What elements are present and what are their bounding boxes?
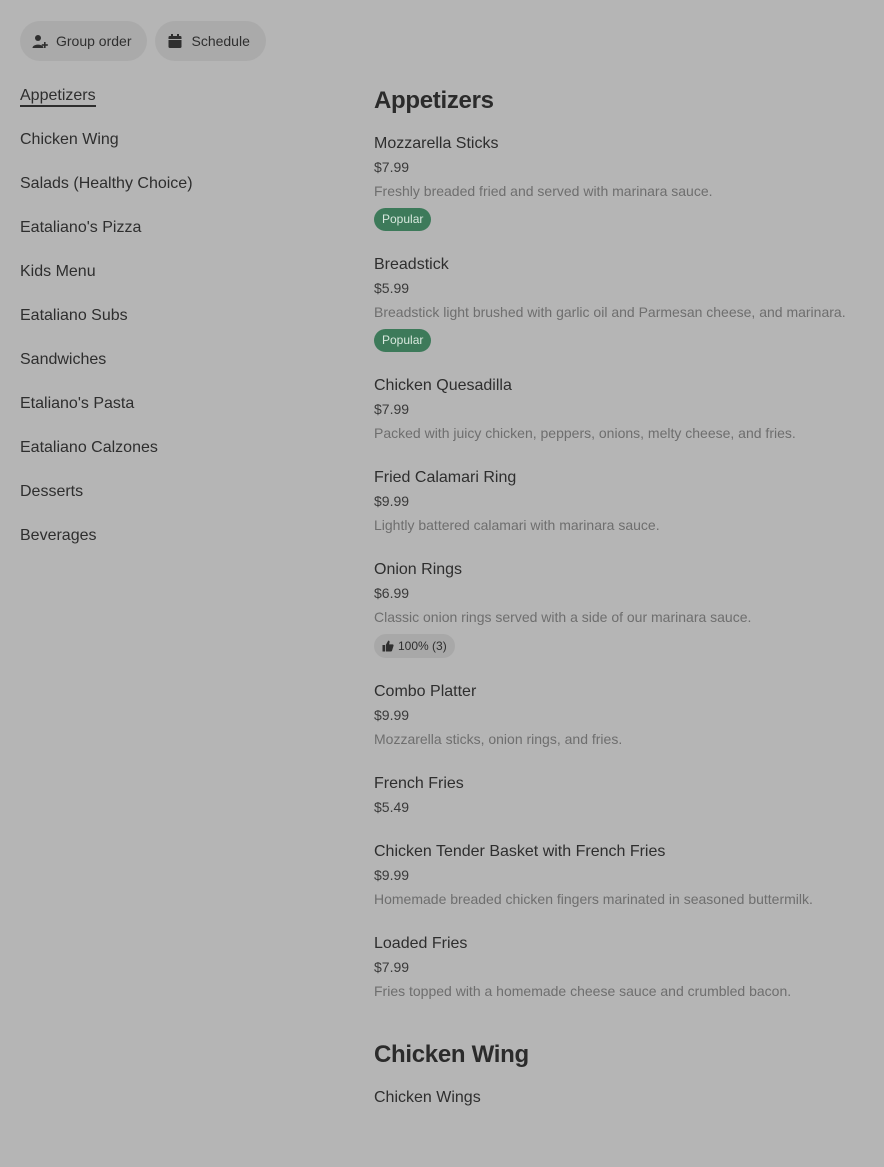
sidebar-item-chicken-wing[interactable]: Chicken Wing <box>20 126 320 170</box>
item-description: Packed with juicy chicken, peppers, onio… <box>374 425 796 441</box>
item-price: $9.99 <box>374 493 410 509</box>
menu-item[interactable]: Loaded Fries $7.99 Fries topped with a h… <box>374 934 874 1002</box>
sidebar-item-label: Appetizers <box>20 87 96 107</box>
sidebar-item-subs[interactable]: Eataliano Subs <box>20 302 320 346</box>
item-description: Fries topped with a homemade cheese sauc… <box>374 983 792 999</box>
menu-item[interactable]: Chicken Quesadilla $7.99 Packed with jui… <box>374 376 874 444</box>
menu-item[interactable]: Chicken Wings <box>374 1088 874 1108</box>
sidebar-item-kids-menu[interactable]: Kids Menu <box>20 258 320 302</box>
sidebar-item-label: Beverages <box>20 527 97 544</box>
sidebar-item-label: Desserts <box>20 483 84 500</box>
item-name: Loaded Fries <box>374 935 468 952</box>
item-name: Chicken Quesadilla <box>374 377 512 394</box>
item-name: Chicken Tender Basket with French Fries <box>374 843 666 860</box>
schedule-label: Schedule <box>191 33 250 49</box>
sidebar-item-label: Eataliano Calzones <box>20 439 158 456</box>
sidebar-item-label: Kids Menu <box>20 263 96 280</box>
sidebar-item-sandwiches[interactable]: Sandwiches <box>20 346 320 390</box>
sidebar-item-label: Sandwiches <box>20 351 107 368</box>
sidebar-item-label: Etaliano's Pasta <box>20 395 135 412</box>
group-order-button[interactable]: Group order <box>20 21 148 61</box>
sidebar-item-appetizers[interactable]: Appetizers <box>20 82 320 126</box>
menu-item[interactable]: Breadstick $5.99 Breadstick light brushe… <box>374 255 874 352</box>
menu-content: Appetizers Mozzarella Sticks $7.99 Fresh… <box>374 86 874 1132</box>
rating-badge: 100% (3) <box>374 634 455 658</box>
menu-item[interactable]: Mozzarella Sticks $7.99 Freshly breaded … <box>374 134 874 231</box>
rating-text: 100% (3) <box>398 639 447 653</box>
person-add-icon <box>32 35 48 48</box>
popular-badge: Popular <box>374 329 432 352</box>
item-price: $9.99 <box>374 707 410 723</box>
calendar-icon <box>168 34 182 48</box>
item-description: Classic onion rings served with a side o… <box>374 609 752 625</box>
menu-item[interactable]: Onion Rings $6.99 Classic onion rings se… <box>374 560 874 658</box>
menu-section-appetizers: Appetizers Mozzarella Sticks $7.99 Fresh… <box>374 86 874 1002</box>
item-name: Mozzarella Sticks <box>374 135 499 152</box>
item-description: Breadstick light brushed with garlic oil… <box>374 304 846 320</box>
menu-section-chicken-wing: Chicken Wing Chicken Wings <box>374 1040 874 1108</box>
sidebar-item-desserts[interactable]: Desserts <box>20 478 320 522</box>
item-price: $5.49 <box>374 799 410 815</box>
sidebar-item-label: Eataliano Subs <box>20 307 128 324</box>
item-price: $6.99 <box>374 585 410 601</box>
group-order-label: Group order <box>56 33 132 49</box>
section-title: Chicken Wing <box>374 1041 529 1068</box>
item-name: Breadstick <box>374 256 449 273</box>
item-description: Mozzarella sticks, onion rings, and frie… <box>374 731 623 747</box>
sidebar-item-pizza[interactable]: Eataliano's Pizza <box>20 214 320 258</box>
section-title: Appetizers <box>374 87 494 114</box>
item-description: Homemade breaded chicken fingers marinat… <box>374 891 813 907</box>
sidebar-item-calzones[interactable]: Eataliano Calzones <box>20 434 320 478</box>
thumbs-up-icon <box>382 640 394 652</box>
sidebar-item-label: Chicken Wing <box>20 131 119 148</box>
menu-item[interactable]: Fried Calamari Ring $9.99 Lightly batter… <box>374 468 874 536</box>
item-price: $9.99 <box>374 867 410 883</box>
item-name: Combo Platter <box>374 683 477 700</box>
item-name: Onion Rings <box>374 561 463 578</box>
item-name: Fried Calamari Ring <box>374 469 517 486</box>
sidebar-item-label: Salads (Healthy Choice) <box>20 175 193 192</box>
sidebar-item-label: Eataliano's Pizza <box>20 219 142 236</box>
item-name: French Fries <box>374 775 464 792</box>
schedule-button[interactable]: Schedule <box>155 21 266 61</box>
top-actions: Group order Schedule <box>20 21 266 61</box>
popular-badge: Popular <box>374 208 432 231</box>
item-price: $7.99 <box>374 959 410 975</box>
item-description: Freshly breaded fried and served with ma… <box>374 183 713 199</box>
item-price: $5.99 <box>374 280 410 296</box>
item-price: $7.99 <box>374 401 410 417</box>
item-description: Lightly battered calamari with marinara … <box>374 517 660 533</box>
item-price: $7.99 <box>374 159 410 175</box>
item-name: Chicken Wings <box>374 1089 481 1106</box>
sidebar-item-salads[interactable]: Salads (Healthy Choice) <box>20 170 320 214</box>
menu-item[interactable]: Chicken Tender Basket with French Fries … <box>374 842 874 910</box>
sidebar-item-pasta[interactable]: Etaliano's Pasta <box>20 390 320 434</box>
menu-item[interactable]: Combo Platter $9.99 Mozzarella sticks, o… <box>374 682 874 750</box>
sidebar-item-beverages[interactable]: Beverages <box>20 522 320 566</box>
menu-item[interactable]: French Fries $5.49 <box>374 774 874 818</box>
category-sidebar: Appetizers Chicken Wing Salads (Healthy … <box>20 82 320 566</box>
